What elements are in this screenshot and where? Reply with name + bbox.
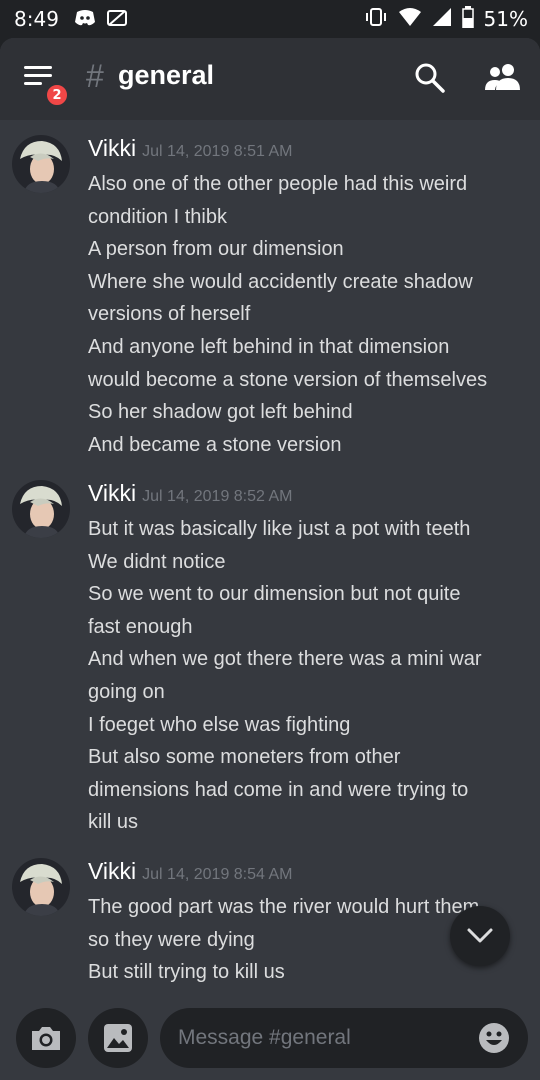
chat-screen: 2 # general Vikki Jul 14, 2019 8:51 AM A… (0, 38, 540, 1080)
status-bar: 8:49 51% (0, 0, 540, 38)
unread-badge: 2 (44, 82, 70, 108)
message-timestamp: Jul 14, 2019 8:51 AM (142, 143, 293, 160)
jump-to-present-button[interactable] (450, 906, 510, 966)
message-line: Also one of the other people had this we… (88, 173, 468, 195)
battery-percent: 51% (483, 7, 528, 31)
message-line: So her shadow got left behind (88, 401, 353, 424)
message-line: kill us (88, 811, 139, 834)
message-timestamp: Jul 14, 2019 8:52 AM (142, 488, 293, 505)
message-line: And anyone left behind in that dimension (88, 335, 450, 358)
message-line: would become a stone version of themselv… (88, 368, 488, 391)
message-line: But it was basically like just a pot wit… (88, 518, 471, 540)
message-line: So we went to our dimension but not quit… (88, 583, 461, 606)
signal-icon (432, 7, 452, 31)
status-time: 8:49 (14, 7, 59, 31)
members-button[interactable] (484, 62, 524, 96)
gallery-button[interactable] (88, 1008, 148, 1068)
wifi-icon (398, 7, 422, 31)
message-line: But also some moneters from other (88, 746, 401, 769)
camera-button[interactable] (16, 1008, 76, 1068)
message-line: fast enough (88, 615, 193, 638)
vibrate-icon (364, 7, 388, 31)
message-timestamp: Jul 14, 2019 8:54 AM (142, 866, 293, 883)
discord-icon (74, 9, 96, 27)
camera-icon (32, 1027, 60, 1050)
message-input[interactable] (178, 1008, 468, 1068)
message-line: I foeget who else was fighting (88, 713, 351, 736)
message-list[interactable]: Vikki Jul 14, 2019 8:51 AM Also one of th… (0, 120, 540, 1000)
message-line: Where she would accidently create shadow (88, 270, 473, 293)
author-name[interactable]: Vikki (88, 480, 136, 506)
message-line: A person from our dimension (88, 238, 344, 261)
author-name[interactable]: Vikki (88, 135, 136, 161)
avatar[interactable] (12, 135, 70, 193)
message-line: And became a stone version (88, 433, 342, 456)
message-line: dimensions had come in and were trying t… (88, 778, 469, 801)
author-name[interactable]: Vikki (88, 858, 136, 884)
emoji-button[interactable] (478, 1022, 510, 1054)
message-line: We didnt notice (88, 550, 226, 573)
chevron-down-icon (467, 928, 493, 943)
image-icon (104, 1024, 132, 1052)
message-line: going on (88, 680, 165, 703)
message-input-box[interactable] (160, 1008, 528, 1068)
message-line: But still trying to kill us (88, 961, 285, 984)
search-button[interactable] (414, 62, 448, 96)
avatar[interactable] (12, 858, 70, 916)
avatar[interactable] (12, 480, 70, 538)
members-icon (485, 64, 520, 90)
no-sim-icon (106, 9, 128, 27)
message-line: condition I thibk (88, 205, 227, 228)
message-composer (0, 1000, 540, 1080)
channel-title: general (118, 60, 215, 90)
message-line: And when we got there there was a mini w… (88, 648, 482, 671)
search-icon (415, 63, 445, 93)
channel-hash-icon: # (86, 58, 104, 94)
message-line: versions of herself (88, 303, 251, 326)
battery-icon (461, 6, 474, 32)
emoji-icon (479, 1023, 509, 1053)
channel-header: 2 # general (0, 38, 540, 120)
